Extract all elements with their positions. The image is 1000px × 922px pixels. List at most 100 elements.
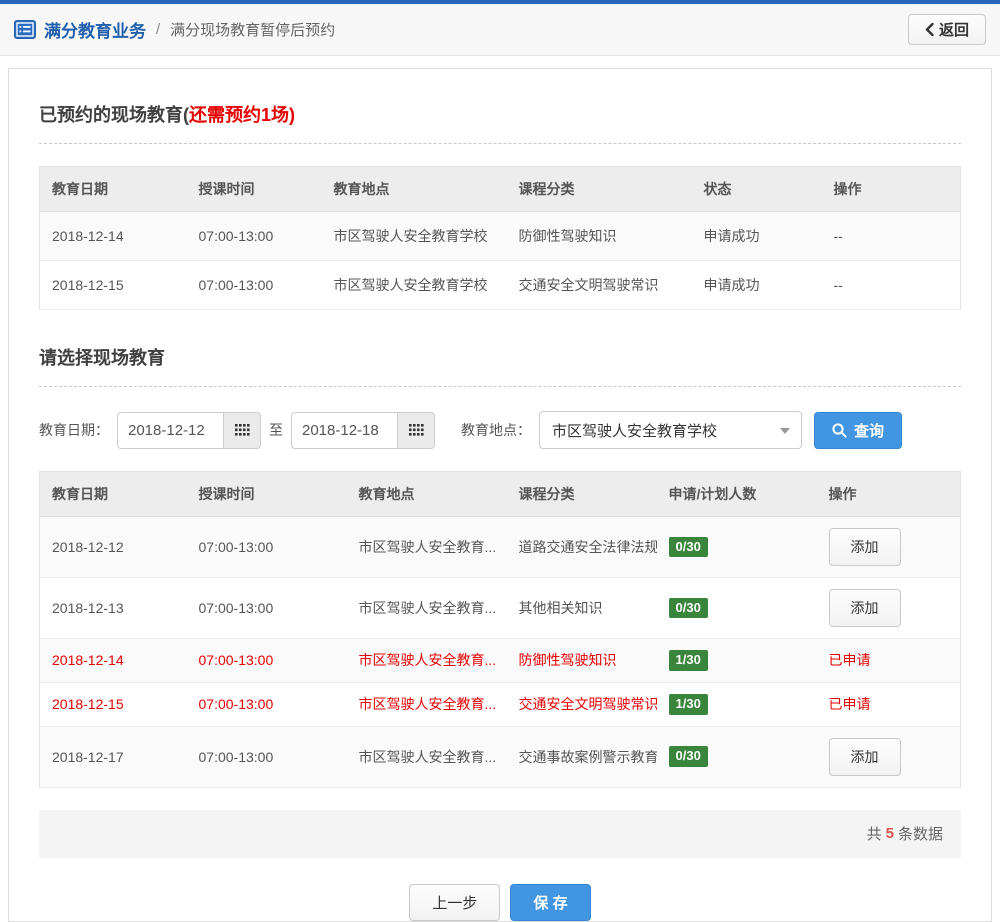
cell-count: 0/30 bbox=[656, 577, 817, 639]
cell-location: 市区驾驶人安全教育... bbox=[346, 682, 507, 727]
cell-course: 道路交通安全法律法规 bbox=[506, 516, 657, 578]
date-from-calendar-button[interactable] bbox=[223, 411, 261, 449]
back-chevron-icon bbox=[925, 23, 934, 36]
date-filter-label: 教育日期： bbox=[39, 422, 109, 438]
location-filter-label: 教育地点： bbox=[461, 422, 531, 438]
applied-status-text: 已申请 bbox=[828, 652, 871, 669]
cell-count: 0/30 bbox=[656, 726, 817, 788]
column-header: 操作 bbox=[821, 166, 961, 212]
back-button[interactable]: 返回 bbox=[907, 14, 986, 45]
cell-time: 07:00-13:00 bbox=[186, 577, 347, 639]
save-button[interactable]: 保 存 bbox=[510, 883, 591, 921]
table-row: 2018-12-13 07:00-13:00 市区驾驶人安全教育... 其他相关知识 0… bbox=[39, 577, 961, 639]
total-suffix: 条数据 bbox=[897, 826, 943, 844]
cell-time: 07:00-13:00 bbox=[186, 682, 347, 727]
cell-date: 2018-12-17 bbox=[39, 726, 187, 788]
cell-status: 申请成功 bbox=[691, 211, 822, 261]
menu-list-icon bbox=[14, 20, 36, 39]
cell-course: 交通安全文明驾驶常识 bbox=[506, 682, 657, 727]
count-badge: 0/30 bbox=[668, 536, 708, 558]
cell-status: 申请成功 bbox=[691, 260, 822, 310]
booked-title-close: ) bbox=[289, 105, 296, 125]
cell-time: 07:00-13:00 bbox=[186, 260, 322, 310]
cell-location: 市区驾驶人安全教育... bbox=[346, 638, 507, 683]
booked-section-title: 已预约的现场教育(还需预约1场) bbox=[39, 97, 961, 144]
breadcrumb: 满分教育业务 / 满分现场教育暂停后预约 bbox=[14, 17, 335, 42]
column-header: 状态 bbox=[691, 166, 822, 212]
cell-time: 07:00-13:00 bbox=[186, 638, 347, 683]
column-header: 教育地点 bbox=[321, 166, 507, 212]
search-button-label: 查询 bbox=[854, 422, 885, 440]
select-title-text: 请选择现场教育 bbox=[39, 348, 165, 368]
chevron-down-icon bbox=[780, 428, 790, 434]
cell-action: -- bbox=[821, 260, 961, 310]
schedule-table-header-row: 教育日期 授课时间 教育地点 课程分类 申请/计划人数 操作 bbox=[39, 471, 961, 517]
column-header: 操作 bbox=[816, 471, 961, 517]
cell-action: 添加 bbox=[816, 577, 961, 639]
cell-course: 防御性驾驶知识 bbox=[506, 211, 692, 261]
cell-course: 交通事故案例警示教育 bbox=[506, 726, 657, 788]
cell-count: 1/30 bbox=[656, 682, 817, 727]
total-count: 5 bbox=[885, 825, 894, 843]
cell-count: 1/30 bbox=[656, 638, 817, 683]
booked-table-header-row: 教育日期 授课时间 教育地点 课程分类 状态 操作 bbox=[39, 166, 961, 212]
table-row: 2018-12-14 07:00-13:00 市区驾驶人安全教育... 防御性驾驶知识… bbox=[39, 638, 961, 683]
cell-course: 防御性驾驶知识 bbox=[506, 638, 657, 683]
add-button[interactable]: 添加 bbox=[828, 589, 901, 627]
count-badge: 1/30 bbox=[668, 650, 708, 671]
cell-action: -- bbox=[821, 211, 961, 261]
schedule-table: 教育日期 授课时间 教育地点 课程分类 申请/计划人数 操作 2018-12-12 07:0… bbox=[39, 471, 961, 788]
location-select[interactable]: 市区驾驶人安全教育学校 bbox=[539, 411, 802, 449]
date-to-calendar-button[interactable] bbox=[397, 411, 435, 449]
date-from-group bbox=[117, 411, 261, 449]
cell-location: 市区驾驶人安全教育... bbox=[346, 577, 507, 639]
count-badge: 1/30 bbox=[668, 693, 708, 715]
cell-action: 已申请 bbox=[816, 638, 961, 683]
calendar-grid-icon bbox=[234, 424, 250, 436]
cell-course: 交通安全文明驾驶常识 bbox=[506, 260, 692, 310]
cell-date: 2018-12-12 bbox=[39, 516, 187, 578]
cell-date: 2018-12-15 bbox=[39, 260, 187, 310]
booked-title-text: 已预约的现场教育( bbox=[39, 105, 189, 125]
date-to-group bbox=[291, 411, 435, 449]
previous-step-button[interactable]: 上一步 bbox=[409, 883, 501, 921]
cell-date: 2018-12-14 bbox=[39, 638, 187, 683]
cell-action: 添加 bbox=[816, 516, 961, 578]
calendar-grid-icon bbox=[408, 424, 424, 436]
column-header: 教育日期 bbox=[39, 166, 187, 212]
column-header: 申请/计划人数 bbox=[656, 471, 817, 517]
remaining-count-text: 还需预约1场 bbox=[189, 105, 290, 125]
breadcrumb-root[interactable]: 满分教育业务 bbox=[44, 17, 146, 42]
select-section-title: 请选择现场教育 bbox=[39, 340, 961, 387]
cell-time: 07:00-13:00 bbox=[186, 726, 347, 788]
location-select-value: 市区驾驶人安全教育学校 bbox=[552, 422, 718, 440]
cell-action: 添加 bbox=[816, 726, 961, 788]
column-header: 课程分类 bbox=[506, 471, 657, 517]
add-button[interactable]: 添加 bbox=[828, 737, 901, 776]
search-icon bbox=[832, 422, 847, 438]
applied-status-text: 已申请 bbox=[828, 696, 871, 713]
column-header: 教育日期 bbox=[39, 471, 187, 517]
cell-date: 2018-12-13 bbox=[39, 577, 187, 639]
count-badge: 0/30 bbox=[668, 746, 708, 768]
cell-action: 已申请 bbox=[816, 682, 961, 727]
filter-bar: 教育日期： 至 教育地点： 市区驾驶人安全教育学校 查询 bbox=[39, 411, 961, 449]
table-row: 2018-12-14 07:00-13:00 市区驾驶人安全教育学校 防御性驾驶知识申… bbox=[39, 211, 961, 261]
count-badge: 0/30 bbox=[668, 597, 708, 619]
column-header: 课程分类 bbox=[506, 166, 692, 212]
add-button[interactable]: 添加 bbox=[828, 528, 901, 566]
search-button[interactable]: 查询 bbox=[814, 411, 903, 449]
date-to-input[interactable] bbox=[291, 411, 397, 449]
table-footer: 共 5 条数据 bbox=[39, 809, 961, 858]
cell-date: 2018-12-14 bbox=[39, 211, 187, 261]
cell-time: 07:00-13:00 bbox=[186, 211, 322, 261]
back-button-label: 返回 bbox=[938, 22, 969, 39]
cell-course: 其他相关知识 bbox=[506, 577, 657, 639]
table-row: 2018-12-12 07:00-13:00 市区驾驶人安全教育... 道路交通安全法… bbox=[39, 516, 961, 578]
date-from-input[interactable] bbox=[117, 411, 223, 449]
total-prefix: 共 bbox=[866, 826, 882, 844]
column-header: 授课时间 bbox=[186, 471, 347, 517]
cell-date: 2018-12-15 bbox=[39, 682, 187, 727]
breadcrumb-separator: / bbox=[156, 21, 161, 38]
main-panel: 已预约的现场教育(还需预约1场) 教育日期 授课时间 教育地点 课程分类 状态 操作 20… bbox=[8, 68, 992, 922]
